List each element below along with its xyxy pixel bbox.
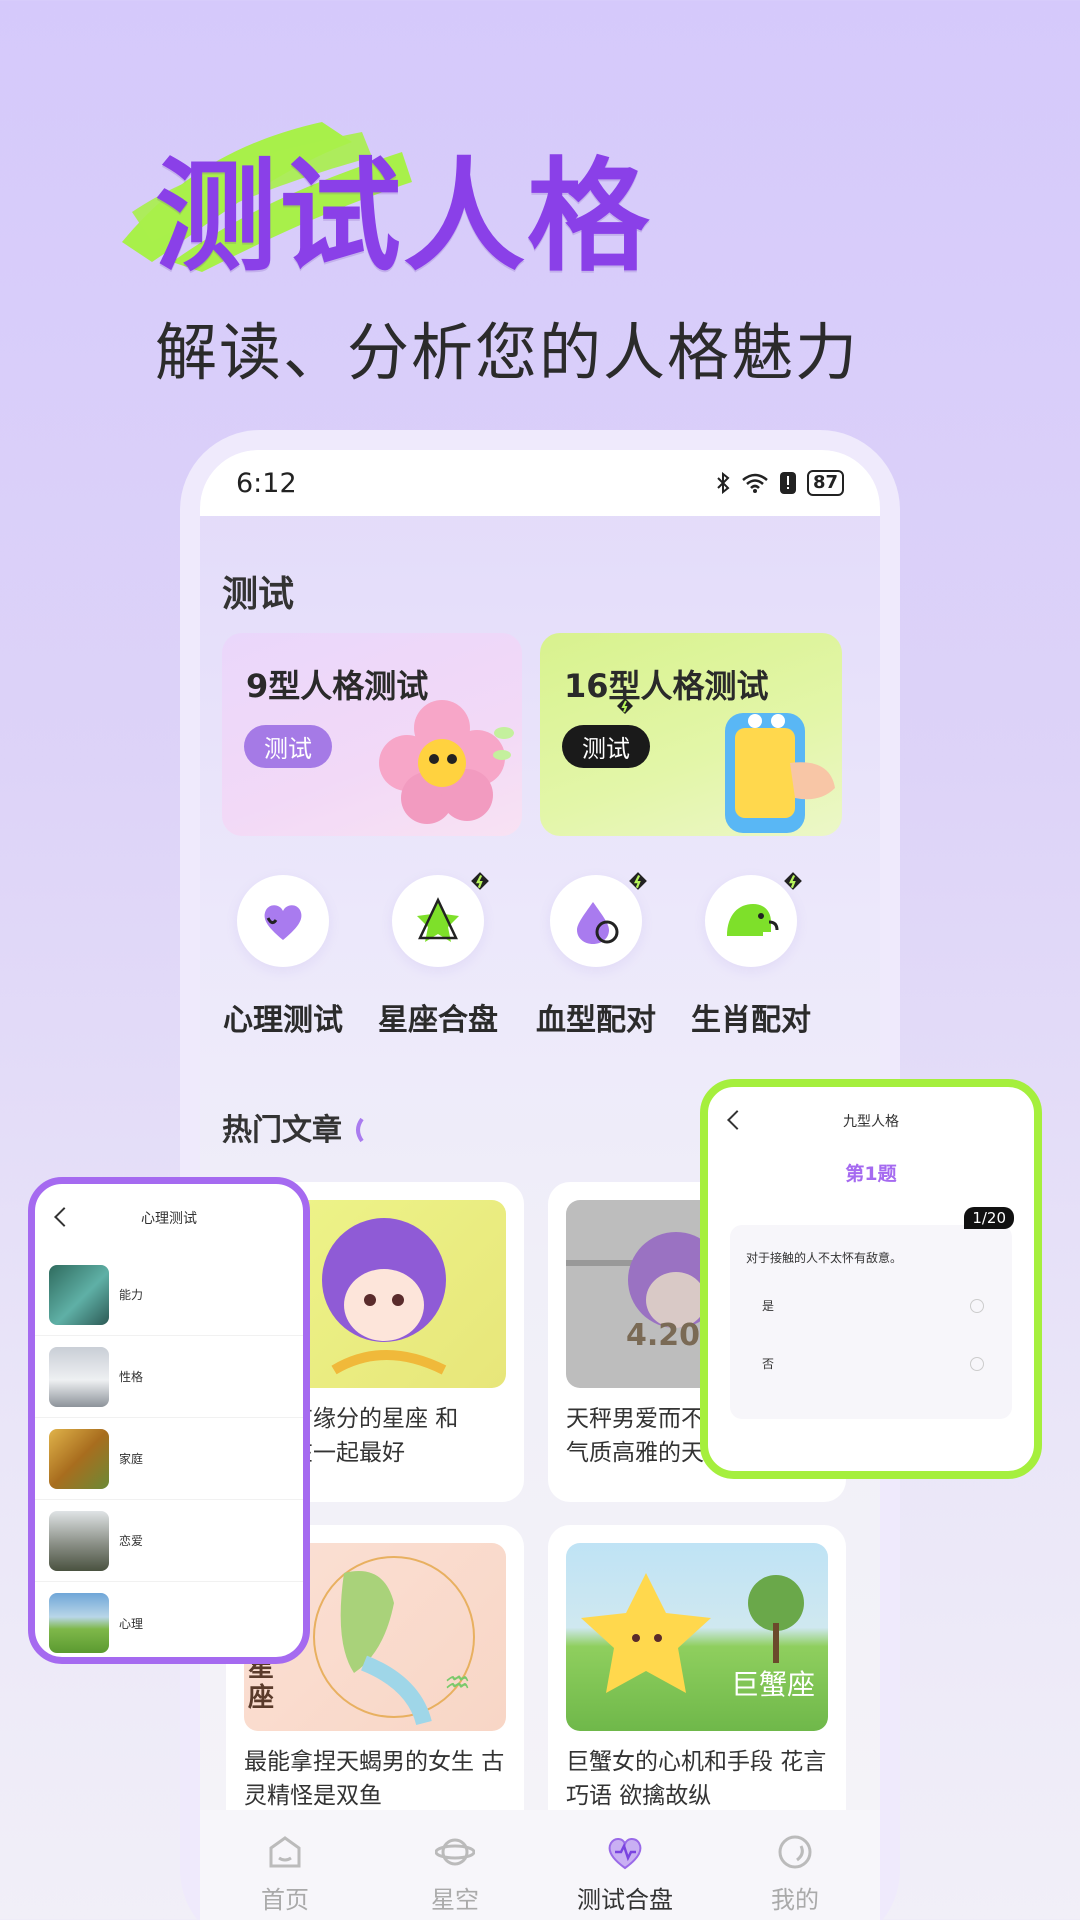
wifi-icon — [742, 473, 768, 493]
category-label: 星座合盘 — [378, 1003, 498, 1038]
section-title-hot: 热门文章 — [222, 1105, 370, 1149]
section-title-hot-label: 热门文章 — [222, 1113, 342, 1148]
list-item[interactable]: 家庭 — [35, 1418, 303, 1500]
category-icon-circle — [705, 872, 802, 967]
list-item[interactable]: 性格 — [35, 1336, 303, 1418]
nav-label: 测试合盘 — [577, 1886, 673, 1914]
premium-badge-icon — [617, 698, 633, 714]
list-thumbnail — [49, 1346, 109, 1407]
list-thumbnail — [49, 1593, 109, 1653]
article-image-label: 巨蟹座 — [731, 1668, 816, 1701]
category-blood-type[interactable]: 血型配对 — [521, 872, 671, 1039]
list-item-label: 心理 — [119, 1616, 144, 1631]
category-psych-test[interactable]: 心理测试 — [208, 875, 358, 1039]
premium-badge-icon — [471, 872, 489, 890]
panel-title: 心理测试 — [141, 1211, 197, 1227]
nav-item-test-match[interactable]: 测试合盘 — [540, 1810, 710, 1920]
panel-header: 心理测试 — [35, 1184, 303, 1254]
test-button[interactable]: 测试 — [244, 725, 332, 768]
profile-icon — [778, 1835, 812, 1869]
back-arrow-icon[interactable] — [727, 1110, 747, 1130]
alert-icon — [779, 472, 796, 494]
status-time: 6:12 — [236, 467, 297, 499]
article-title: 最能拿捏天蝎男的女生 古 灵精怪是双鱼 — [244, 1749, 505, 1809]
radio-no[interactable] — [970, 1357, 984, 1371]
category-label: 血型配对 — [536, 1003, 656, 1038]
premium-badge-icon — [629, 872, 647, 890]
nav-item-mine[interactable]: 我的 — [710, 1810, 880, 1920]
category-zodiac-match[interactable]: 星座合盘 — [363, 872, 513, 1039]
category-chinese-zodiac[interactable]: 生肖配对 — [676, 872, 826, 1039]
bottom-nav: 首页 星空 测试合盘 我的 — [200, 1810, 880, 1920]
test-card-title: 16型人格测试 — [564, 667, 769, 705]
list-item-label: 家庭 — [119, 1452, 144, 1466]
panel-header: 九型人格 — [708, 1087, 1034, 1157]
drop-icon — [577, 902, 619, 944]
question-text: 对于接触的人不太怀有敌意。 — [746, 1251, 903, 1265]
psych-test-panel: 心理测试 能力 性格 家庭 恋爱 心理 — [28, 1177, 310, 1664]
heart-icon — [264, 905, 302, 940]
premium-badge-icon — [784, 872, 802, 890]
category-label: 心理测试 — [223, 1003, 343, 1038]
category-icon-circle — [550, 872, 647, 967]
category-icon-circle — [237, 875, 329, 967]
test-card-enneagram[interactable]: 9型人格测试 测试 — [222, 633, 522, 836]
status-bar: 6:12 87 — [200, 450, 880, 516]
svg-text:♒: ♒ — [444, 1666, 471, 1701]
section-title-tests: 测试 — [222, 574, 295, 615]
list-thumbnail — [49, 1510, 109, 1571]
bluetooth-icon — [717, 472, 730, 494]
radio-yes[interactable] — [970, 1299, 984, 1313]
phone-mascot-icon — [725, 713, 835, 833]
list-item[interactable]: 能力 — [35, 1254, 303, 1336]
list-item[interactable]: 心理 — [35, 1582, 303, 1657]
list-item-label: 恋爱 — [119, 1534, 144, 1548]
test-card-mbti[interactable]: 16型人格测试 测试 — [540, 633, 842, 836]
back-arrow-icon[interactable] — [54, 1207, 74, 1227]
list-item[interactable]: 恋爱 — [35, 1500, 303, 1582]
list-thumbnail — [49, 1264, 109, 1325]
elephant-icon — [727, 904, 779, 936]
article-image-label: 4.20 — [626, 1318, 701, 1353]
article-title: 巨蟹女的心机和手段 花言 巧语 欲擒故纵 — [566, 1749, 827, 1809]
article-image: 巨蟹座 — [566, 1543, 828, 1731]
progress-badge: 1/20 — [964, 1207, 1014, 1229]
nav-item-sky[interactable]: 星空 — [370, 1810, 540, 1920]
hero-subtitle: 解读、分析您的人格魅力 — [155, 316, 860, 389]
list-item-label: 性格 — [119, 1370, 144, 1384]
list-thumbnail — [49, 1428, 109, 1489]
question-card: 1/20 对于接触的人不太怀有敌意。 是 否 — [730, 1207, 1014, 1419]
article-card[interactable]: 巨蟹座 巨蟹女的心机和手段 花言 巧语 欲擒故纵 — [548, 1525, 846, 1810]
answer-option-no[interactable]: 否 — [762, 1355, 774, 1372]
panel-title: 九型人格 — [843, 1114, 899, 1130]
star-icon — [417, 897, 459, 942]
heart-chart-icon — [608, 1838, 642, 1870]
nav-label: 星空 — [431, 1886, 479, 1914]
nav-label: 首页 — [261, 1886, 309, 1914]
enneagram-question-panel: 九型人格 第1题 1/20 对于接触的人不太怀有敌意。 是 否 — [700, 1079, 1042, 1479]
hero-title: 测试人格 — [155, 146, 651, 288]
list-item-label: 能力 — [119, 1288, 144, 1302]
category-label: 生肖配对 — [691, 1003, 811, 1038]
nav-item-home[interactable]: 首页 — [200, 1810, 370, 1920]
sparkle-icon — [356, 1117, 365, 1143]
flower-mascot-icon — [379, 700, 514, 824]
test-button[interactable]: 测试 — [562, 725, 650, 768]
planet-icon — [434, 1838, 476, 1866]
question-number: 第1题 — [845, 1163, 897, 1185]
nav-label: 我的 — [771, 1886, 819, 1914]
answer-option-yes[interactable]: 是 — [762, 1297, 774, 1314]
battery-indicator: 87 — [806, 470, 844, 496]
category-icon-circle — [392, 872, 489, 967]
home-icon — [269, 1836, 301, 1868]
